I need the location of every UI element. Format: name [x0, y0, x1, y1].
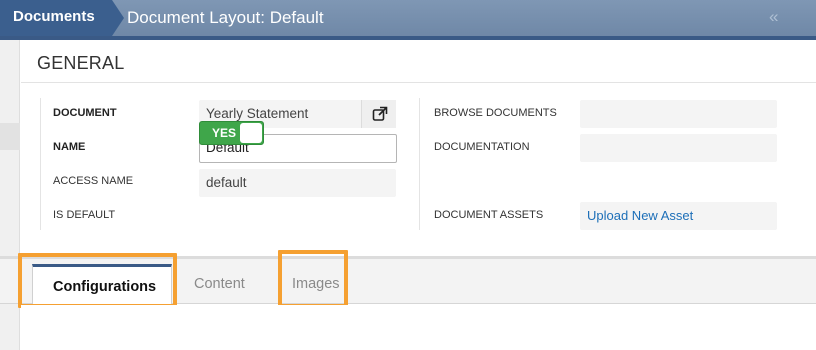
- breadcrumb-label[interactable]: Documents: [13, 8, 95, 25]
- tab-images[interactable]: Images: [280, 264, 344, 304]
- documentation-label: DOCUMENTATION: [434, 141, 530, 153]
- document-label: DOCUMENT: [53, 107, 117, 119]
- access-name-field: default: [199, 169, 396, 197]
- is-default-toggle[interactable]: YES: [199, 121, 264, 145]
- left-column-divider: [40, 98, 41, 230]
- section-header: GENERAL: [21, 40, 816, 83]
- documentation-field[interactable]: [580, 134, 777, 162]
- open-document-button[interactable]: [361, 100, 396, 128]
- general-form: DOCUMENT Yearly Statement NAME Default A…: [21, 84, 816, 256]
- is-default-label: IS DEFAULT: [53, 209, 116, 221]
- right-column-divider: [419, 98, 420, 230]
- upload-new-asset-link[interactable]: Upload New Asset: [587, 208, 693, 223]
- tab-configurations[interactable]: Configurations: [32, 264, 172, 304]
- breadcrumb-documents[interactable]: Documents: [0, 0, 128, 36]
- external-link-icon: [372, 106, 388, 121]
- document-value: Yearly Statement: [206, 106, 309, 121]
- tab-content-area: [21, 305, 816, 350]
- name-label: NAME: [53, 141, 86, 153]
- browse-documents-field[interactable]: [580, 100, 777, 128]
- toggle-label: YES: [212, 126, 237, 140]
- tab-configurations-label: Configurations: [53, 279, 157, 295]
- tab-images-label: Images: [292, 276, 340, 292]
- tab-content-label: Content: [194, 276, 245, 292]
- tab-content[interactable]: Content: [176, 264, 266, 304]
- access-name-label: ACCESS NAME: [53, 175, 134, 187]
- gutter-marker: [0, 123, 20, 150]
- page-title: Document Layout: Default: [127, 8, 324, 27]
- section-title: GENERAL: [37, 53, 125, 73]
- collapse-panel-icon[interactable]: «: [769, 7, 778, 27]
- browse-documents-label: BROWSE DOCUMENTS: [434, 107, 557, 119]
- tabs-bar: Configurations Content Images: [0, 259, 816, 304]
- toggle-knob: [240, 123, 262, 143]
- document-assets-field: Upload New Asset: [580, 202, 777, 230]
- document-assets-label: DOCUMENT ASSETS: [434, 209, 544, 221]
- top-header-bar: Documents Document Layout: Default «: [0, 0, 816, 36]
